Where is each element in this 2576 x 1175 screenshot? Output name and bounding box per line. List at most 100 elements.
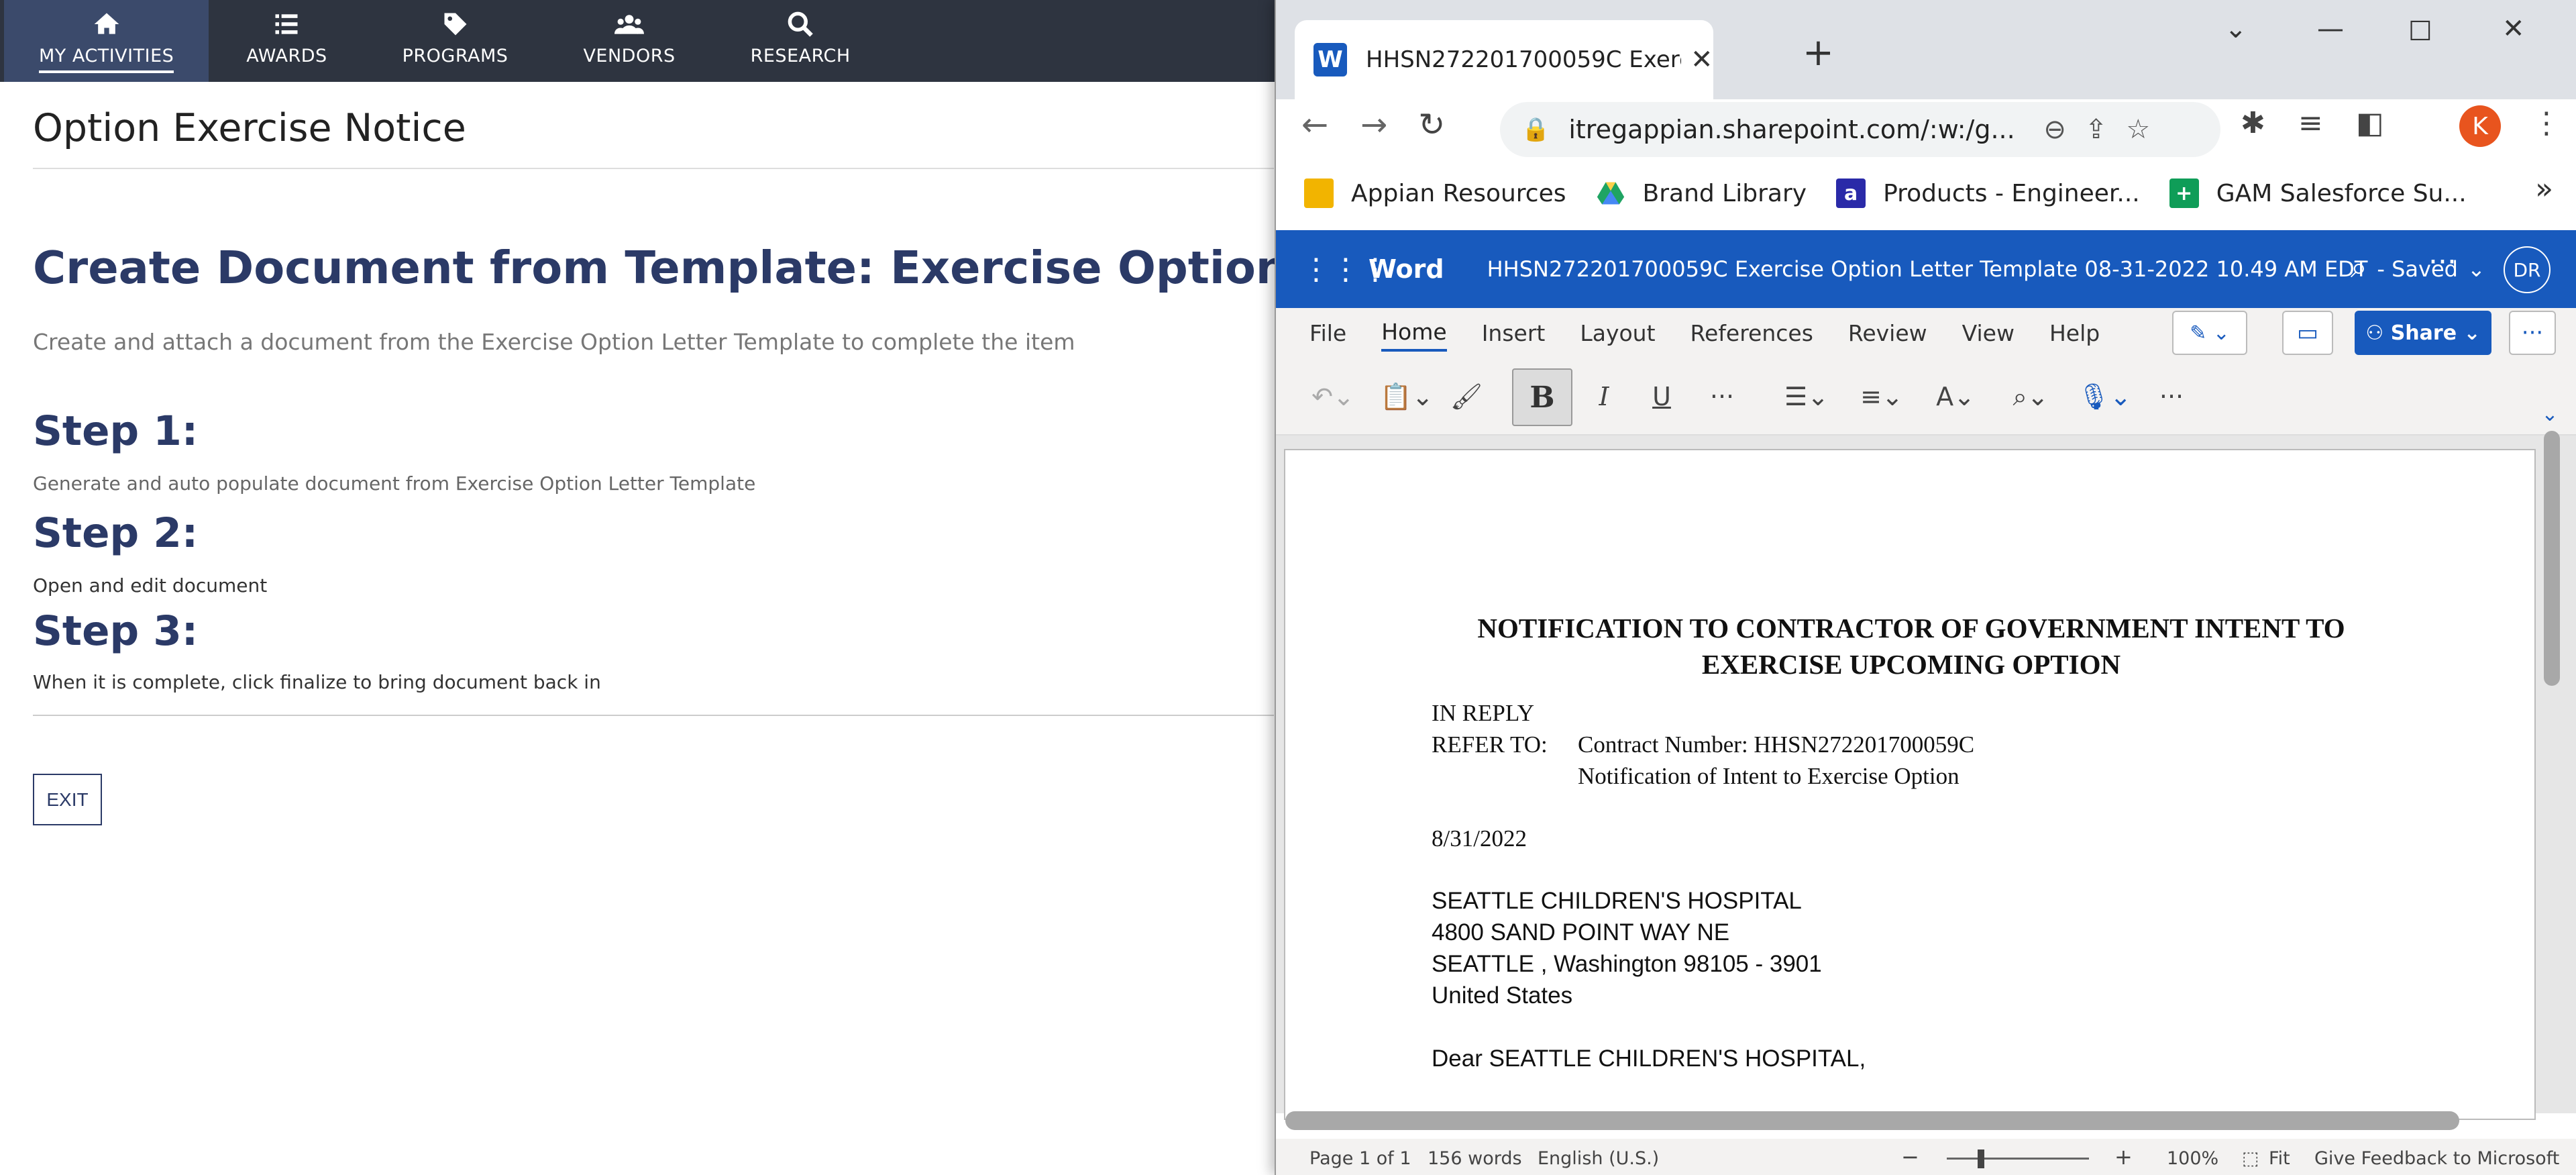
zoom-slider[interactable] xyxy=(1947,1158,2089,1160)
ribbon-more-button[interactable]: ··· xyxy=(2509,311,2556,355)
url-text: itregappian.sharepoint.com/:w:/g... xyxy=(1568,115,2015,144)
italic-button[interactable]: I xyxy=(1580,376,1627,417)
word-count[interactable]: 156 words xyxy=(1428,1148,1522,1169)
tab-search-icon[interactable]: ⌄ xyxy=(2224,13,2247,44)
styles-icon[interactable]: A⌄ xyxy=(1925,376,1986,417)
nav-my-activities[interactable]: MY ACTIVITIES xyxy=(4,0,209,82)
document-title[interactable]: HHSN272201700059C Exercise Option Letter… xyxy=(1487,256,2368,282)
address-line-1: SEATTLE CHILDREN'S HOSPITAL xyxy=(1432,888,1802,914)
address-line-4: United States xyxy=(1432,982,1573,1009)
menu-icon[interactable]: ⋮ xyxy=(2532,106,2561,140)
tab-view[interactable]: View xyxy=(1962,320,2015,350)
editing-mode-button[interactable]: ✎ ⌄ xyxy=(2172,311,2247,355)
tab-home[interactable]: Home xyxy=(1381,319,1447,352)
zoom-icon[interactable]: ⊖ xyxy=(2043,114,2066,145)
scroll-thumb[interactable] xyxy=(1285,1111,2459,1130)
comments-button[interactable]: ▭ xyxy=(2282,311,2333,355)
underline-button[interactable]: U xyxy=(1638,376,1685,417)
nav-programs[interactable]: PROGRAMS xyxy=(365,0,546,82)
maximize-icon[interactable]: ☐ xyxy=(2408,16,2432,47)
tab-strip: W HHSN272201700059C Exercise O ✕ + ⌄ — ☐… xyxy=(1276,0,2576,99)
step-1-title: Step 1: xyxy=(33,407,199,455)
zoom-in-icon[interactable]: + xyxy=(2114,1144,2133,1170)
zoom-slider-thumb[interactable] xyxy=(1978,1150,1984,1168)
scroll-thumb[interactable] xyxy=(2544,431,2560,686)
align-icon[interactable]: ≡⌄ xyxy=(1851,376,1912,417)
reload-icon[interactable]: ↻ xyxy=(1418,106,1445,144)
bullets-icon[interactable]: ☰⌄ xyxy=(1776,376,1837,417)
close-window-icon[interactable]: ✕ xyxy=(2502,13,2525,44)
paste-icon[interactable]: 📋⌄ xyxy=(1377,376,1437,417)
format-painter-icon[interactable]: 🖌 xyxy=(1446,376,1487,417)
bookmark-gam-salesforce[interactable]: + GAM Salesforce Su... xyxy=(2169,178,2467,208)
document-page[interactable]: NOTIFICATION TO CONTRACTOR OF GOVERNMENT… xyxy=(1284,449,2536,1120)
share-person-icon: ⚇ xyxy=(2365,321,2391,345)
close-tab-icon[interactable]: ✕ xyxy=(1690,44,1713,75)
bookmark-appian-resources[interactable]: Appian Resources xyxy=(1304,178,1566,208)
extensions-icon[interactable]: ✱ xyxy=(2241,106,2265,140)
forward-icon[interactable]: → xyxy=(1360,106,1387,144)
minimize-icon[interactable]: — xyxy=(2317,13,2344,44)
chevron-down-icon[interactable]: ⌄ xyxy=(2467,256,2485,282)
word-app-name[interactable]: Word xyxy=(1368,254,1444,284)
find-icon[interactable]: ⌕⌄ xyxy=(2000,376,2061,417)
zoom-level[interactable]: 100% xyxy=(2167,1148,2218,1169)
vertical-scrollbar[interactable] xyxy=(2540,429,2564,686)
document-area: NOTIFICATION TO CONTRACTOR OF GOVERNMENT… xyxy=(1276,436,2576,1120)
step-2-desc: Open and edit document xyxy=(33,574,268,597)
undo-icon[interactable]: ↶⌄ xyxy=(1303,376,1363,417)
tab-review[interactable]: Review xyxy=(1848,320,1927,350)
tab-file[interactable]: File xyxy=(1309,320,1346,350)
app-launcher-icon[interactable]: ⋮⋮⋮ xyxy=(1301,252,1390,287)
bookmark-label: Appian Resources xyxy=(1351,179,1566,207)
nav-research[interactable]: RESEARCH xyxy=(713,0,888,82)
share-icon[interactable]: ⇪ xyxy=(2085,114,2108,145)
address-line-2: 4800 SAND POINT WAY NE xyxy=(1432,919,1730,946)
more-tools-icon[interactable]: ··· xyxy=(2148,376,2195,417)
bold-button[interactable]: B xyxy=(1512,368,1572,426)
word-header: ⋮⋮⋮ Word HHSN272201700059C Exercise Opti… xyxy=(1276,230,2576,308)
user-avatar[interactable]: DR xyxy=(2504,246,2551,293)
bookmark-products-engineer[interactable]: a Products - Engineer... xyxy=(1836,178,2140,208)
sheets-icon: + xyxy=(2169,178,2199,208)
bookmark-label: Products - Engineer... xyxy=(1883,179,2140,207)
horizontal-scrollbar[interactable] xyxy=(1285,1111,2526,1130)
language[interactable]: English (U.S.) xyxy=(1538,1148,1659,1169)
chevron-down-icon: ⌄ xyxy=(2457,321,2481,345)
nav-vendors[interactable]: VENDORS xyxy=(545,0,712,82)
side-panel-icon[interactable]: ◧ xyxy=(2356,106,2384,140)
share-label: Share xyxy=(2390,321,2457,345)
media-icon[interactable]: ≡ xyxy=(2298,106,2323,140)
more-options-icon[interactable]: ··· xyxy=(2428,245,2457,279)
nav-label: RESEARCH xyxy=(750,45,851,66)
step-1-desc: Generate and auto populate document from… xyxy=(33,472,756,495)
zoom-out-icon[interactable]: − xyxy=(1901,1144,1919,1170)
notification-line: Notification of Intent to Exercise Optio… xyxy=(1578,763,1960,789)
feedback-link[interactable]: Give Feedback to Microsoft xyxy=(2314,1148,2559,1169)
tab-help[interactable]: Help xyxy=(2049,320,2100,350)
tab-insert[interactable]: Insert xyxy=(1482,320,1546,350)
browser-tab[interactable]: W HHSN272201700059C Exercise O ✕ xyxy=(1295,20,1713,99)
address-bar[interactable]: 🔒 itregappian.sharepoint.com/:w:/g... ⊖ … xyxy=(1500,102,2220,157)
more-font-icon[interactable]: ··· xyxy=(1699,376,1746,417)
star-icon[interactable]: ☆ xyxy=(2126,114,2150,145)
back-icon[interactable]: ← xyxy=(1301,106,1328,144)
tab-references[interactable]: References xyxy=(1690,320,1813,350)
dictate-icon[interactable]: 🎙⌄ xyxy=(2074,376,2135,417)
new-tab-icon[interactable]: + xyxy=(1803,31,1834,74)
fit-icon[interactable]: ⬚ xyxy=(2242,1148,2259,1169)
profile-avatar[interactable]: K xyxy=(2459,105,2501,147)
bookmark-brand-library[interactable]: Brand Library xyxy=(1596,178,1807,208)
search-icon[interactable]: ⌕ xyxy=(2351,250,2367,285)
tab-layout[interactable]: Layout xyxy=(1580,320,1655,350)
browser-window: W HHSN272201700059C Exercise O ✕ + ⌄ — ☐… xyxy=(1275,0,2576,1175)
list-icon xyxy=(275,13,298,34)
collapse-ribbon-icon[interactable]: ⌄ xyxy=(2533,394,2567,434)
folder-icon xyxy=(1304,178,1334,208)
users-icon xyxy=(614,14,645,34)
share-button[interactable]: ⚇ Share ⌄ xyxy=(2355,311,2491,355)
bookmarks-more-icon[interactable]: » xyxy=(2535,172,2553,206)
nav-awards[interactable]: AWARDS xyxy=(209,0,364,82)
fit-label[interactable]: Fit xyxy=(2269,1148,2290,1169)
exit-button[interactable]: EXIT xyxy=(33,774,102,825)
